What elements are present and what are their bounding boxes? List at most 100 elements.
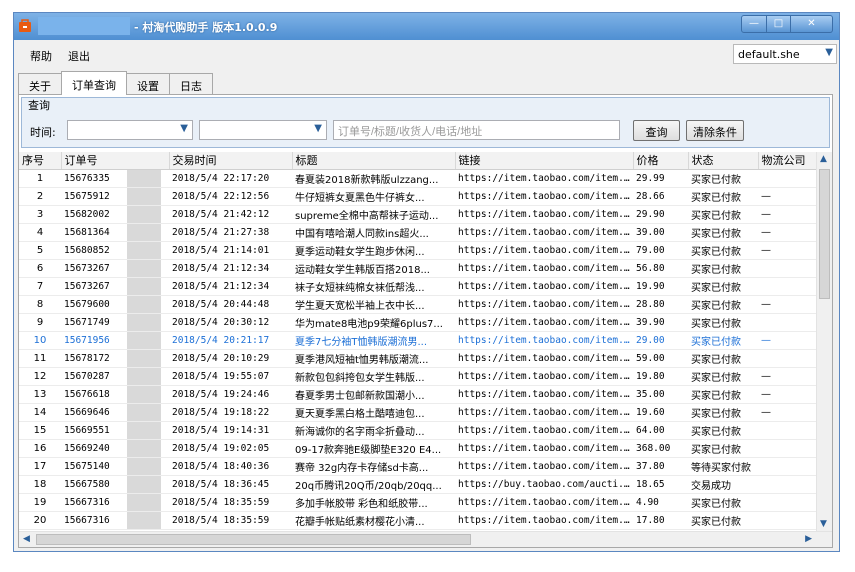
table-row[interactable]: 13 15676618 2018/5/4 19:24:46 春夏季男士包邮新款国潮小.… — [19, 385, 816, 404]
clear-conditions-button[interactable]: 清除条件 — [686, 120, 744, 141]
cell-title-text: 学生夏天宽松半袖上衣中长... — [295, 300, 425, 312]
table-row[interactable]: 5 15680852 2018/5/4 21:14:01 夏季运动鞋女学生跑步休闲..… — [19, 241, 816, 260]
column-header-logistics[interactable]: 物流公司 — [758, 152, 817, 170]
scroll-up-icon[interactable]: ▲ — [820, 154, 827, 164]
column-header-title[interactable]: 标题 — [292, 152, 456, 170]
cell-seq: 8 — [19, 295, 61, 314]
cell-link-text: https://item.taobao.com/item... — [458, 190, 633, 202]
vertical-scroll-thumb[interactable] — [819, 169, 830, 299]
redacted-order-mask — [127, 403, 161, 420]
column-header-status[interactable]: 状态 — [688, 152, 759, 170]
cell-logistics — [758, 259, 816, 278]
tab-log[interactable]: 日志 — [169, 73, 213, 95]
cell-title-text: 牛仔短裤女夏黑色牛仔裤女... — [295, 192, 425, 204]
tab-settings[interactable]: 设置 — [126, 73, 170, 95]
cell-status: 买家已付款 — [688, 313, 758, 332]
cell-status: 买家已付款 — [688, 367, 758, 386]
table-row[interactable]: 11 15678172 2018/5/4 20:10:29 夏季港风短袖t恤男韩版潮流… — [19, 349, 816, 368]
table-row[interactable]: 6 15673267 2018/5/4 21:12:34 运动鞋女学生韩版百搭2018… — [19, 259, 816, 278]
table-row[interactable]: 3 15682002 2018/5/4 21:42:12 supreme全棉中高帮袜子… — [19, 205, 816, 224]
cell-seq-text: 14 — [33, 406, 47, 418]
column-header-price[interactable]: 价格 — [633, 152, 689, 170]
cell-link: https://item.taobao.com/item... — [455, 421, 633, 440]
scroll-left-icon[interactable]: ◀ — [23, 534, 30, 544]
query-button[interactable]: 查询 — [633, 120, 680, 141]
cell-logistics: — — [758, 223, 816, 242]
cell-trade-time: 2018/5/4 19:18:22 — [169, 403, 292, 422]
cell-link: https://item.taobao.com/item... — [455, 385, 633, 404]
cell-title: 春夏季男士包邮新款国潮小... — [292, 385, 455, 404]
cell-trade-time: 2018/5/4 18:40:36 — [169, 457, 292, 476]
cell-status: 交易成功 — [688, 475, 758, 494]
cell-title: 学生夏天宽松半袖上衣中长... — [292, 295, 455, 314]
tab-strip: 关于 订单查询 设置 日志 — [18, 71, 213, 95]
menu-help[interactable]: 帮助 — [30, 48, 52, 64]
table-row[interactable]: 17 15675140 2018/5/4 18:40:36 赛帝 32g内存卡存储sd… — [19, 457, 816, 476]
menu-exit[interactable]: 退出 — [68, 48, 90, 64]
column-header-time[interactable]: 交易时间 — [169, 152, 293, 170]
table-row[interactable]: 16 15669240 2018/5/4 19:02:05 09-17款奔驰E级脚垫E… — [19, 439, 816, 458]
table-row[interactable]: 20 15667316 2018/5/4 18:35:59 花瓣手帐贴纸素材樱花小清.… — [19, 511, 816, 530]
table-row[interactable]: 8 15679600 2018/5/4 20:44:48 学生夏天宽松半袖上衣中长..… — [19, 295, 816, 314]
cell-logistics-text: — — [761, 190, 771, 202]
cell-link: https://item.taobao.com/item... — [455, 277, 633, 296]
redacted-order-mask — [127, 295, 161, 312]
cell-title-text: 中国有嘻哈潮人同款ins超火... — [295, 228, 429, 240]
cell-status-text: 交易成功 — [691, 480, 731, 492]
cell-link-text: https://item.taobao.com/item... — [458, 262, 633, 274]
cell-title-text: 20q币腾讯20Q币/20qb/20qq... — [295, 480, 442, 492]
chevron-down-icon: ▼ — [825, 47, 833, 58]
minimize-button[interactable]: — — [741, 15, 767, 33]
cell-trade-time: 2018/5/4 21:42:12 — [169, 205, 292, 224]
table-row[interactable]: 9 15671749 2018/5/4 20:30:12 华为mate8电池p9荣耀6… — [19, 313, 816, 332]
cell-title: 09-17款奔驰E级脚垫E320 E4... — [292, 439, 455, 458]
vertical-scrollbar[interactable]: ▲ ▼ — [816, 152, 832, 531]
redacted-order-mask — [127, 349, 161, 366]
time-end-select[interactable]: ▼ — [199, 120, 327, 140]
table-row[interactable]: 7 15673267 2018/5/4 21:12:34 袜子女短袜纯棉女袜低帮浅..… — [19, 277, 816, 296]
cell-price: 18.65 — [633, 475, 688, 494]
cell-status-text: 买家已付款 — [691, 192, 741, 204]
table-row[interactable]: 1 15676335 2018/5/4 22:17:20 春夏装2018新款韩版ulz… — [19, 169, 816, 188]
table-row[interactable]: 10 15671956 2018/5/4 20:21:17 夏季7七分袖T恤韩版潮流男… — [19, 331, 816, 350]
column-header-seq[interactable]: 序号 — [19, 152, 62, 170]
table-row[interactable]: 4 15681364 2018/5/4 21:27:38 中国有嘻哈潮人同款ins超火… — [19, 223, 816, 242]
table-row[interactable]: 19 15667316 2018/5/4 18:35:59 多加手帐胶带 彩色和纸胶带… — [19, 493, 816, 512]
horizontal-scroll-thumb[interactable] — [36, 534, 471, 545]
redacted-order-mask — [127, 385, 161, 402]
table-row[interactable]: 15 15669551 2018/5/4 19:14:31 新海诚你的名字雨伞折叠动.… — [19, 421, 816, 440]
cell-status: 买家已付款 — [688, 169, 758, 188]
cell-order-number-text: 15667580 — [64, 478, 110, 490]
table-row[interactable]: 18 15667580 2018/5/4 18:36:45 20q币腾讯20Q币/20… — [19, 475, 816, 494]
cell-trade-time-text: 2018/5/4 21:27:38 — [172, 226, 270, 238]
table-row[interactable]: 14 15669646 2018/5/4 19:18:22 夏天夏季黑白格土酷嘻迪包.… — [19, 403, 816, 422]
search-input[interactable] — [333, 120, 620, 140]
cell-seq-text: 20 — [33, 514, 47, 526]
cell-price-text: 28.80 — [636, 298, 665, 310]
cell-price-text: 368.00 — [636, 442, 671, 454]
cell-title-text: 夏季港风短袖t恤男韩版潮流... — [295, 354, 429, 366]
table-row[interactable]: 2 15675912 2018/5/4 22:12:56 牛仔短裤女夏黑色牛仔裤女..… — [19, 187, 816, 206]
tab-order-query[interactable]: 订单查询 — [61, 71, 127, 95]
cell-price-text: 59.00 — [636, 352, 665, 364]
scroll-down-icon[interactable]: ▼ — [820, 519, 827, 529]
cell-link: https://item.taobao.com/item... — [455, 457, 633, 476]
horizontal-scrollbar[interactable]: ◀ ▶ — [19, 531, 832, 547]
column-header-link[interactable]: 链接 — [455, 152, 634, 170]
title-bar[interactable]: - 村淘代购助手 版本1.0.0.9 — □ ✕ — [14, 13, 839, 40]
tab-about[interactable]: 关于 — [18, 73, 62, 95]
cell-order-number: 15671956 — [61, 331, 169, 350]
profile-select[interactable]: default.she ▼ — [733, 44, 837, 64]
close-button[interactable]: ✕ — [791, 15, 833, 33]
cell-seq-text: 7 — [36, 280, 44, 292]
scroll-right-icon[interactable]: ▶ — [805, 534, 812, 544]
column-header-order[interactable]: 订单号 — [61, 152, 170, 170]
cell-link: https://item.taobao.com/item... — [455, 493, 633, 512]
table-row[interactable]: 12 15670287 2018/5/4 19:55:07 新款包包斜挎包女学生韩版.… — [19, 367, 816, 386]
cell-link-text: https://item.taobao.com/item... — [458, 208, 633, 220]
cell-title-text: 运动鞋女学生韩版百搭2018... — [295, 264, 430, 276]
cell-logistics: — — [758, 403, 816, 422]
time-start-select[interactable]: ▼ — [67, 120, 193, 140]
cell-logistics-text: — — [761, 208, 771, 220]
maximize-button[interactable]: □ — [767, 15, 791, 33]
